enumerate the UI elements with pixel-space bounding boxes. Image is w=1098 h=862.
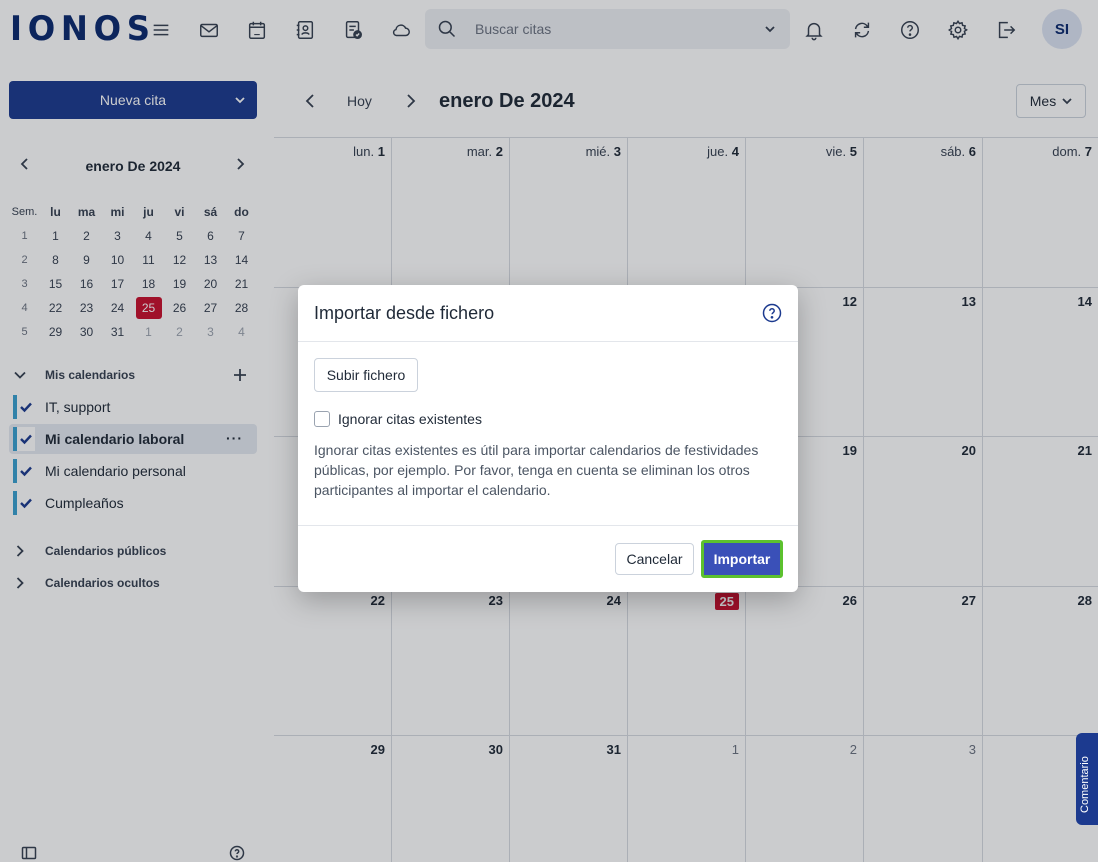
help-icon[interactable] xyxy=(762,303,782,323)
import-button[interactable]: Importar xyxy=(701,540,783,578)
dialog-divider xyxy=(298,341,798,342)
upload-file-button[interactable]: Subir fichero xyxy=(314,358,418,392)
dialog-help-text: Ignorar citas existentes es útil para im… xyxy=(314,442,759,498)
import-dialog: Importar desde fichero Subir fichero Ign… xyxy=(298,285,798,592)
ignore-existing-checkbox-row[interactable]: Ignorar citas existentes xyxy=(314,411,482,427)
dialog-divider xyxy=(298,525,798,526)
ignore-existing-checkbox[interactable] xyxy=(314,411,330,427)
feedback-tab[interactable]: Comentario xyxy=(1076,733,1098,825)
feedback-label: Comentario xyxy=(1079,756,1091,813)
cancel-button[interactable]: Cancelar xyxy=(615,543,694,575)
ignore-existing-label: Ignorar citas existentes xyxy=(338,411,482,427)
dialog-title: Importar desde fichero xyxy=(314,303,495,323)
